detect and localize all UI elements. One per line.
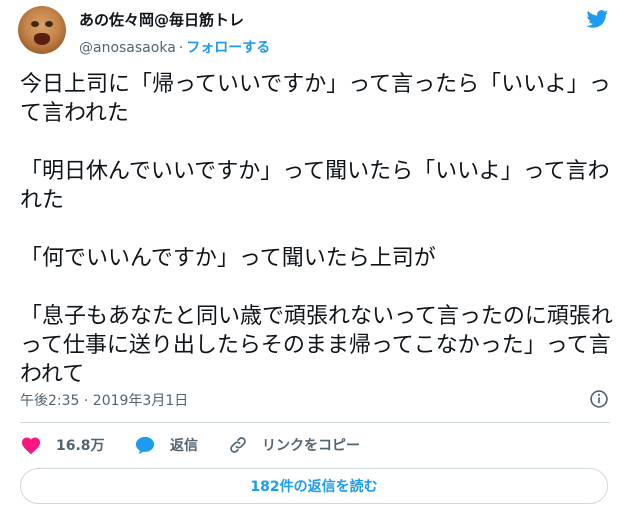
divider (20, 422, 610, 423)
follow-button[interactable]: フォローする (186, 40, 270, 56)
twitter-bird-icon[interactable] (585, 8, 610, 30)
avatar-eye (45, 21, 53, 27)
avatar-eye (31, 21, 39, 27)
read-replies-label: 182件の返信を読む (250, 479, 378, 495)
tweet-timestamp[interactable]: 午後2:35 · 2019年3月1日 (20, 390, 188, 410)
handle-line: @anosasaoka · フォローする (79, 37, 270, 57)
copy-link-label: リンクをコピー (262, 438, 360, 454)
tweet-card: あの佐々岡@毎日筋トレ @anosasaoka · フォローする 今日上司に「帰って… (0, 0, 629, 517)
link-icon (230, 437, 246, 453)
avatar[interactable] (18, 6, 66, 54)
reply-bubble-icon (135, 436, 155, 455)
read-replies-button[interactable]: 182件の返信を読む (20, 468, 608, 504)
tweet-paragraph: 「息子もあなたと同い歳で頑張れないって言ったのに頑張れって仕事に送り出したらその… (20, 304, 613, 387)
tweet-paragraph: 「何でいいんですか」って聞いたら上司が (20, 246, 436, 271)
user-handle[interactable]: @anosasaoka (79, 40, 176, 56)
copy-link-button[interactable]: リンクをコピー (228, 432, 360, 458)
heart-icon (21, 437, 41, 455)
separator-dot: · (178, 40, 184, 56)
avatar-mouth (34, 33, 50, 45)
like-count: 16.8万 (56, 438, 105, 454)
reply-button[interactable]: 返信 (134, 432, 198, 458)
tweet-text: 今日上司に「帰っていいですか」って言ったら「いいよ」って言われた 「明日休んでい… (20, 70, 615, 389)
reply-label: 返信 (170, 438, 198, 454)
display-name[interactable]: あの佐々岡@毎日筋トレ (79, 9, 244, 30)
like-button[interactable]: 16.8万 (20, 432, 105, 458)
tweet-paragraph: 「明日休んでいいですか」って聞いたら「いいよ」って言われた (20, 159, 610, 213)
info-icon[interactable] (589, 389, 609, 409)
tweet-paragraph: 今日上司に「帰っていいですか」って言ったら「いいよ」って言われた (20, 72, 611, 126)
